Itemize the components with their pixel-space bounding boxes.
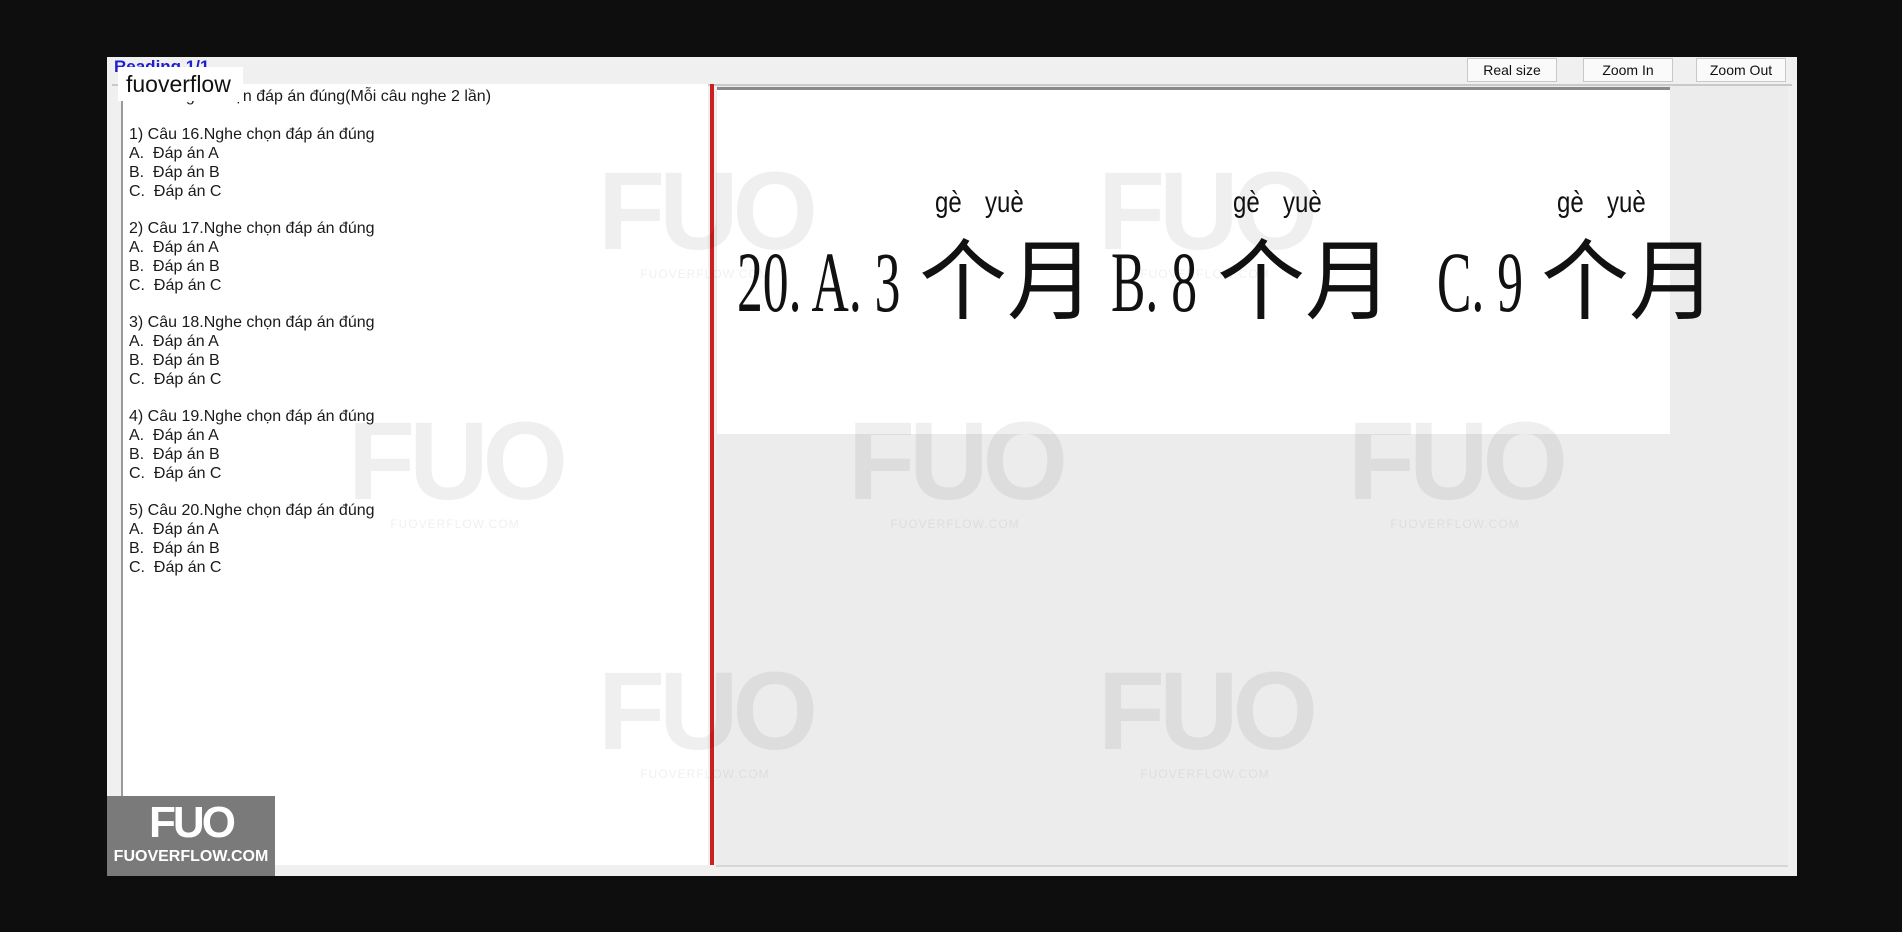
bottom-divider [716,865,1788,867]
answer-option[interactable]: B. Đáp án B [129,258,220,276]
question-title: 2) Câu 17.Nghe chọn đáp án đúng [129,220,375,237]
answer-option[interactable]: A. Đáp án A [129,427,219,445]
answer-option[interactable]: B. Đáp án B [129,352,220,370]
pinyin: yuè [1607,186,1646,219]
option-label: C. 9 [1437,234,1524,330]
reading-window: Reading 1/1 fuoverflow Real size Zoom In… [107,57,1797,876]
answer-option[interactable]: B. Đáp án B [129,540,220,558]
zoom-in-button[interactable]: Zoom In [1583,58,1673,82]
hanzi-text: 个月 [1541,230,1718,333]
pinyin: gè [935,186,962,219]
pinyin: gè [1557,186,1584,219]
image-viewer[interactable]: 20. A. 3 gè yuè 个月 B. 8 gè yuè 个月 C. 9 g… [716,86,1788,865]
answer-option[interactable]: C. Đáp án C [129,277,221,295]
hanzi-text: 个月 [919,230,1096,333]
pinyin: yuè [985,186,1024,219]
fuoverflow-logo: FUO FUOVERFLOW.COM [107,796,275,876]
question-title: 1) Câu 16.Nghe chọn đáp án đúng [129,126,375,143]
option-label: B. 8 [1111,234,1198,330]
answer-option[interactable]: A. Đáp án A [129,333,219,351]
overlay-label: fuoverflow [118,67,243,101]
question-title: 4) Câu 19.Nghe chọn đáp án đúng [129,408,375,425]
answer-option[interactable]: C. Đáp án C [129,183,221,201]
hanzi-text: 个月 [1217,230,1394,333]
question-image: 20. A. 3 gè yuè 个月 B. 8 gè yuè 个月 C. 9 g… [717,87,1717,434]
answer-option[interactable]: C. Đáp án C [129,559,221,577]
answer-option[interactable]: A. Đáp án A [129,145,219,163]
logo-site: FUOVERFLOW.COM [113,848,269,865]
answer-option[interactable]: B. Đáp án B [129,446,220,464]
answer-option[interactable]: A. Đáp án A [129,521,219,539]
answer-option[interactable]: C. Đáp án C [129,465,221,483]
panel-splitter[interactable] [710,84,714,865]
answer-option[interactable]: A. Đáp án A [129,239,219,257]
answer-option[interactable]: B. Đáp án B [129,164,220,182]
answer-option[interactable]: C. Đáp án C [129,371,221,389]
question-title: 3) Câu 18.Nghe chọn đáp án đúng [129,314,375,331]
question-title: 5) Câu 20.Nghe chọn đáp án đúng [129,502,375,519]
real-size-button[interactable]: Real size [1467,58,1557,82]
zoom-out-button[interactable]: Zoom Out [1696,58,1786,82]
logo-mark: FUO [149,798,236,847]
option-label: 20. A. 3 [737,234,901,330]
pinyin: yuè [1283,186,1322,219]
question-panel[interactable]: Bài 4. Nghe chọn đáp án đúng(Mỗi câu ngh… [121,84,708,865]
pinyin: gè [1233,186,1260,219]
